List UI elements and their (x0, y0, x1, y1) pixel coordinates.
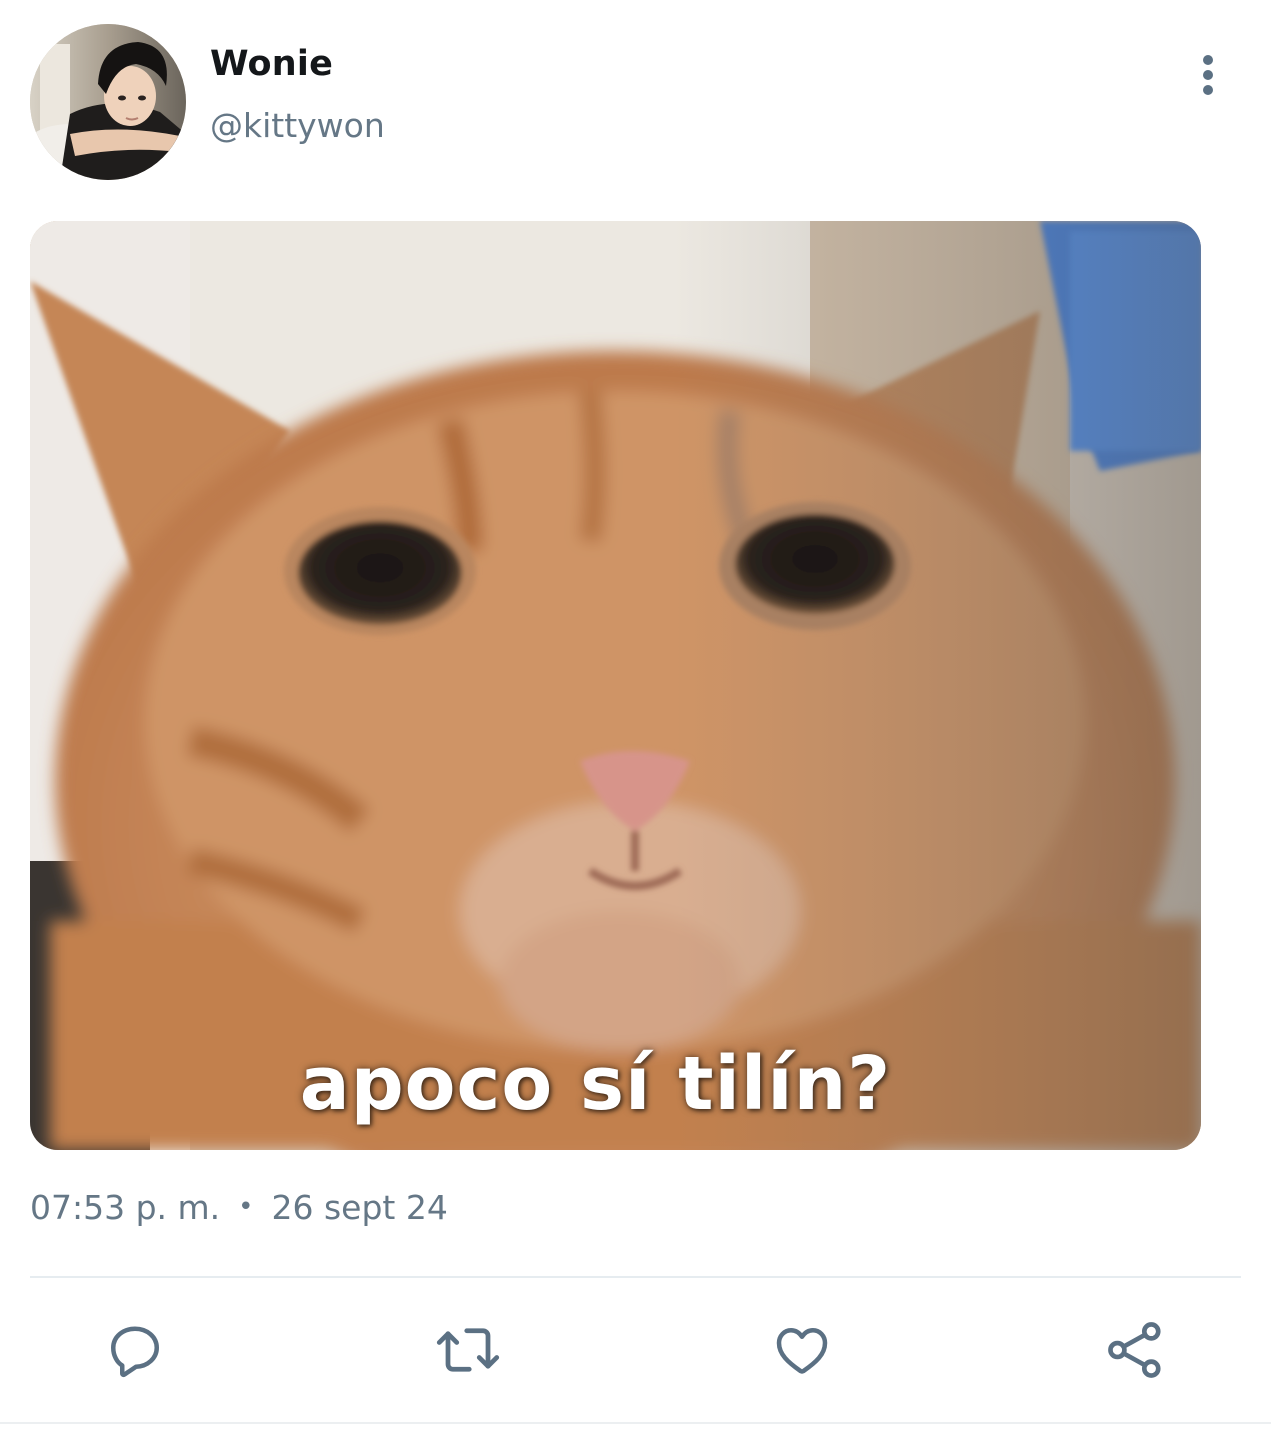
tweet-media[interactable]: apoco sí tilín? (30, 221, 1201, 1150)
reply-icon (111, 1326, 159, 1378)
media-caption: apoco sí tilín? (299, 1041, 892, 1127)
share-icon (1108, 1322, 1161, 1378)
author-name[interactable]: Wonie (210, 44, 333, 84)
heart-icon (776, 1328, 828, 1374)
tweet-time: 07:53 p. m. (30, 1188, 221, 1227)
tweet-date: 26 sept 24 (271, 1188, 448, 1227)
bottom-border (0, 1422, 1271, 1424)
reply-button[interactable] (101, 1316, 169, 1384)
avatar-image (30, 24, 186, 180)
divider (30, 1276, 1241, 1278)
cat-image (30, 221, 1201, 1150)
more-options-button[interactable] (1188, 52, 1228, 98)
tweet-timestamp[interactable]: 07:53 p. m. • 26 sept 24 (30, 1188, 448, 1227)
retweet-button[interactable] (434, 1316, 502, 1384)
retweet-icon (436, 1328, 500, 1372)
more-vertical-icon (1203, 55, 1213, 95)
like-button[interactable] (768, 1316, 836, 1384)
author-handle[interactable]: @kittywon (210, 106, 385, 145)
author-avatar[interactable] (30, 24, 186, 180)
meta-separator: • (238, 1192, 254, 1222)
share-button[interactable] (1101, 1316, 1169, 1384)
